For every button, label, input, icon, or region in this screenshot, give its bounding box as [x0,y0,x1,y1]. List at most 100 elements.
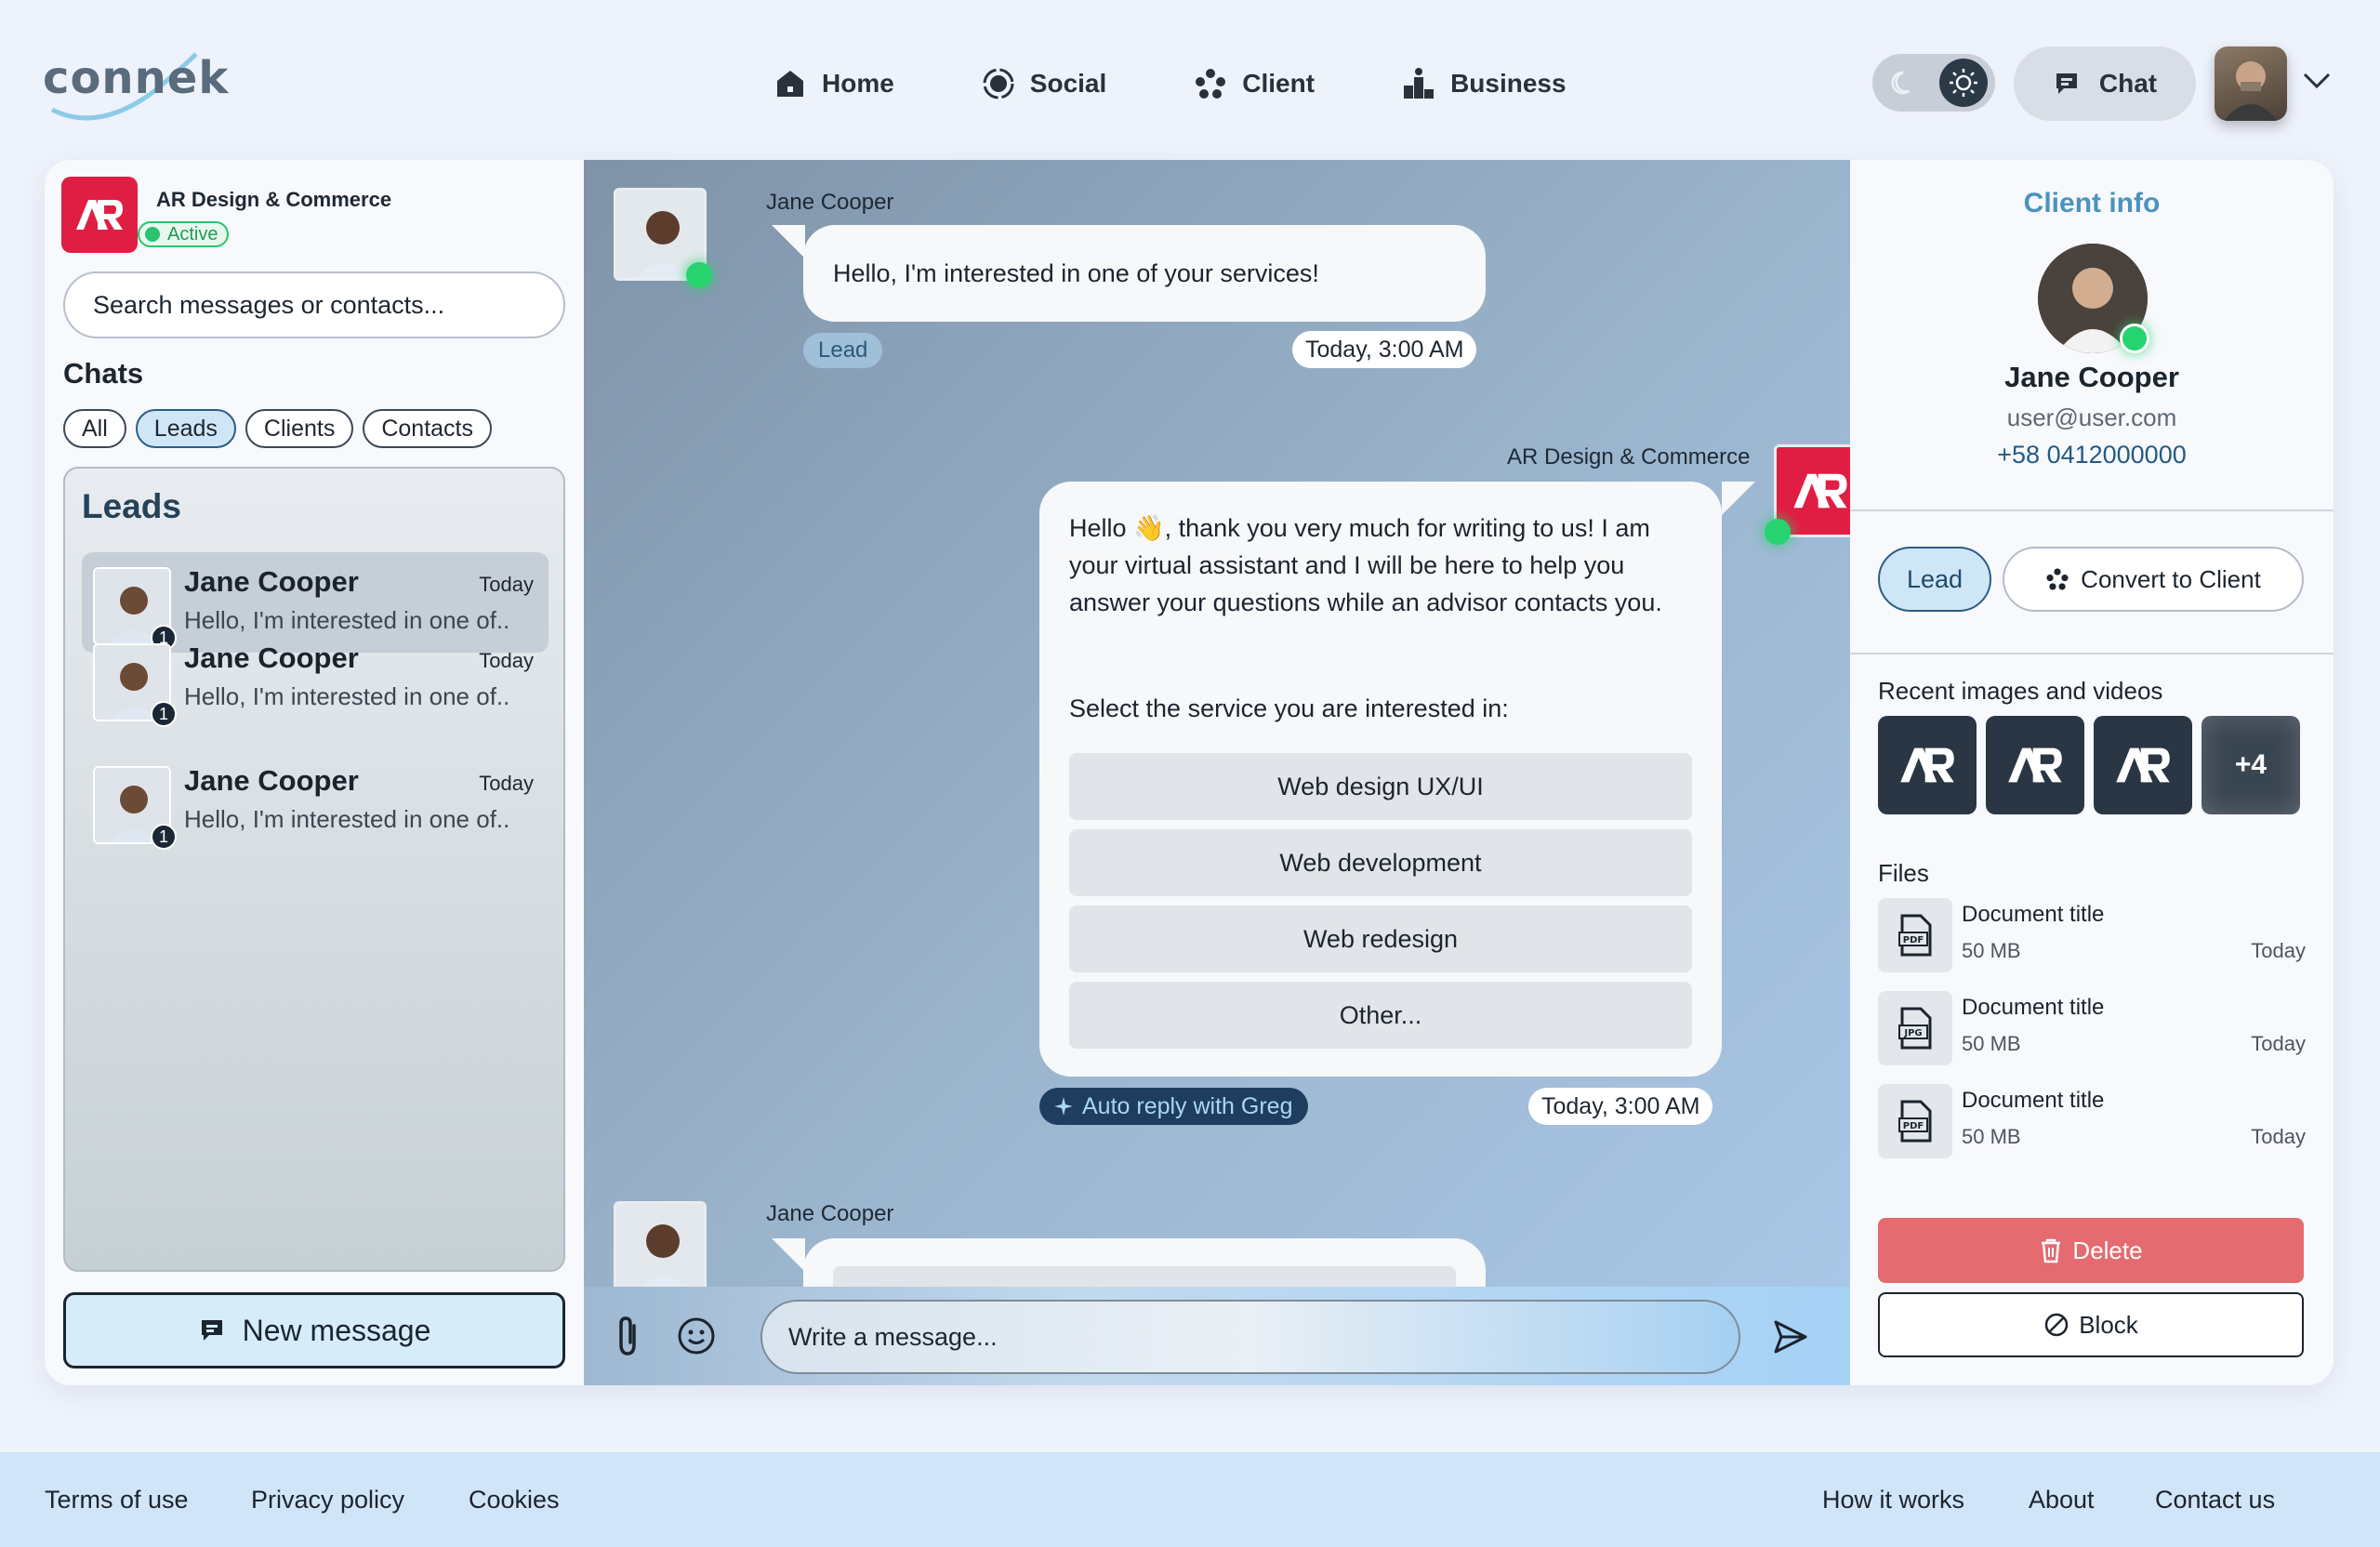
filter-all[interactable]: All [63,409,126,448]
top-header: connek Home Social Client Business Chat [0,0,2380,160]
chat-list-item[interactable]: 1 Jane Cooper Today Hello, I'm intereste… [82,628,549,729]
files-heading: Files [1878,859,1929,887]
client-name: Jane Cooper [2004,361,2179,393]
convert-to-client-button[interactable]: Convert to Client [2003,547,2304,612]
svg-text:JPG: JPG [1903,1028,1922,1038]
search-input[interactable]: Search messages or contacts... [63,271,565,338]
block-button[interactable]: Block [1878,1292,2304,1357]
media-thumbnail[interactable] [1986,716,2084,814]
status-badge: Active [138,221,230,247]
service-prompt: Select the service you are interested in… [1069,694,1509,722]
lead-tag: Lead [803,333,883,368]
chat-list-item[interactable]: 1 Jane Cooper Today Hello, I'm intereste… [82,751,549,852]
file-date: Today [2251,1125,2306,1148]
file-title: Document title [1962,995,2105,1020]
footer-link-privacy[interactable]: Privacy policy [251,1486,404,1514]
jpg-file-icon: JPG [1878,991,1952,1065]
sun-icon[interactable] [1939,59,1988,107]
status-dot-icon [145,227,160,242]
footer-link-how-it-works[interactable]: How it works [1822,1486,1964,1514]
filter-contacts[interactable]: Contacts [363,409,493,448]
nav-business[interactable]: Business [1400,58,1567,110]
emoji-icon[interactable] [677,1316,716,1360]
sender-name: Jane Cooper [766,1201,894,1226]
nav-client-label: Client [1242,69,1316,98]
search-placeholder: Search messages or contacts... [93,290,445,319]
sender-name: AR Design & Commerce [1507,444,1751,469]
file-date: Today [2251,1032,2306,1055]
service-option-button[interactable]: Web development [1069,829,1692,896]
new-message-label: New message [242,1313,431,1347]
media-thumbnail[interactable] [2094,716,2192,814]
footer-link-cookies[interactable]: Cookies [469,1486,560,1514]
auto-reply-badge[interactable]: Auto reply with Greg [1039,1088,1308,1125]
filter-leads[interactable]: Leads [135,409,236,448]
sparkle-icon [1052,1095,1075,1117]
pdf-file-icon: PDF [1878,1084,1952,1158]
sender-name: Jane Cooper [766,190,894,215]
chat-button[interactable]: Chat [2014,46,2196,121]
delete-button[interactable]: Delete [1878,1218,2304,1283]
paperclip-icon[interactable] [612,1315,643,1362]
more-media-button[interactable]: +4 [2202,716,2300,814]
chat-bubbles-icon [2053,68,2084,99]
footer-link-contact[interactable]: Contact us [2155,1486,2275,1514]
message-preview: Hello, I'm interested in one of.. [184,805,510,833]
file-row[interactable]: JPG Document title 50 MB Today [1878,989,2306,1065]
lead-status-button[interactable]: Lead [1878,547,1991,612]
pdf-file-icon: PDF [1878,898,1952,972]
message-text: Hello, I'm interested in one of your ser… [833,259,1319,287]
moon-icon[interactable] [1880,59,1928,107]
divider [1850,653,2334,654]
theme-toggle[interactable] [1872,54,1995,112]
chevron-down-icon[interactable] [2302,71,2332,96]
client-phone[interactable]: +58 0412000000 [1850,441,2334,469]
convert-label: Convert to Client [2081,564,2261,593]
ar-brand-logo [61,177,138,253]
nav-home[interactable]: Home [772,58,894,110]
trash-icon [2039,1237,2063,1263]
file-size: 50 MB [1962,1032,2021,1055]
service-option-button[interactable]: Web design UX/UI [1069,753,1692,820]
auto-reply-label: Auto reply with Greg [1082,1092,1293,1119]
nav-business-label: Business [1450,69,1567,98]
contact-name: Jane Cooper [184,565,359,598]
user-avatar[interactable] [2215,46,2287,121]
online-indicator [1765,519,1791,545]
chat-bubbles-icon [198,1315,230,1346]
file-row[interactable]: PDF Document title 50 MB Today [1878,896,2306,972]
file-title: Document title [1962,902,2105,927]
unread-badge: 1 [151,701,177,727]
message-composer: Write a message... [584,1287,1850,1385]
file-size: 50 MB [1962,1125,2021,1148]
sender-avatar [614,1201,707,1294]
new-message-button[interactable]: New message [63,1292,565,1368]
bubble-tail [772,225,805,258]
send-icon[interactable] [1772,1318,1809,1360]
file-row[interactable]: PDF Document title 50 MB Today [1878,1082,2306,1158]
nav-social[interactable]: Social [980,58,1106,110]
connek-logo[interactable]: connek [43,45,228,125]
home-icon [772,65,809,102]
leads-heading: Leads [82,487,181,525]
service-option-button[interactable]: Web redesign [1069,906,1692,972]
filter-clients[interactable]: Clients [245,409,354,448]
footer-link-terms[interactable]: Terms of use [45,1486,189,1514]
messaging-card: AR Design & Commerce Active Search messa… [45,160,2334,1385]
message-timestamp: Today, 3:00 AM [1528,1088,1713,1125]
message-input[interactable]: Write a message... [760,1300,1740,1374]
media-thumbnail[interactable] [1878,716,1977,814]
service-option-button[interactable]: Other... [1069,982,1692,1049]
message-time: Today [479,649,534,672]
footer-link-about[interactable]: About [2029,1486,2095,1514]
logo-text: connek [43,52,230,104]
nav-client[interactable]: Client [1192,58,1315,110]
social-icon [980,65,1017,102]
page-footer: Terms of use Privacy policy Cookies How … [0,1452,2380,1547]
company-header: AR Design & Commerce Active [61,177,391,253]
client-info-heading: Client info [2023,188,2161,218]
client-icon [1192,65,1229,102]
chats-heading: Chats [63,357,144,390]
divider [1850,509,2334,511]
business-icon [1400,65,1437,102]
